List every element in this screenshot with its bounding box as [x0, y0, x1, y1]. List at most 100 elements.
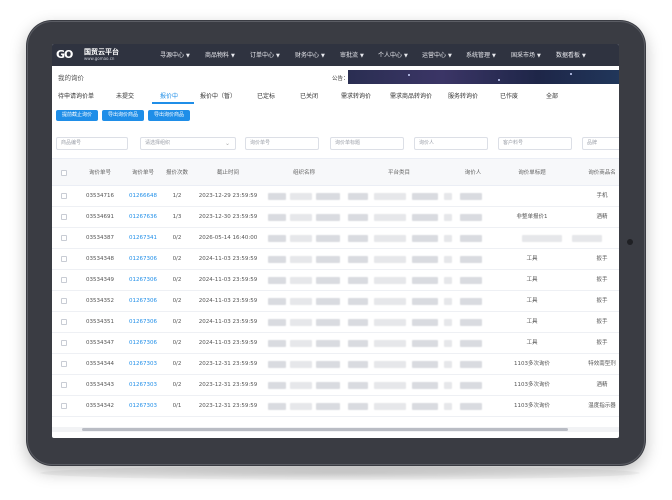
redacted-value	[460, 214, 482, 221]
redacted-value	[316, 382, 340, 389]
cell-deadline: 2024-11-03 23:59:59	[198, 298, 258, 304]
table-row[interactable]: 03534387 01267341 0/2 2026-05-14 16:40:00	[52, 228, 619, 249]
row-checkbox[interactable]	[61, 403, 67, 409]
table-row[interactable]: 03534344 01267303 0/2 2023-12-31 23:59:59 11…	[52, 354, 619, 375]
tab-demand-to-inquiry[interactable]: 需求转询价	[341, 91, 371, 100]
redacted-value	[412, 403, 438, 410]
nav-item-system[interactable]: 系统管理 ▼	[466, 50, 496, 59]
cell-count: 0/2	[172, 382, 182, 388]
tab-pending-apply[interactable]: 待申请询价单	[58, 91, 94, 100]
customer-part-input[interactable]: 客户料号	[498, 137, 572, 150]
redacted-value	[374, 382, 406, 389]
redacted-value	[316, 214, 340, 221]
redacted-value	[374, 277, 406, 284]
nav-item-goods[interactable]: 商品物料 ▼	[205, 50, 235, 59]
table-row[interactable]: 03534348 01267306 0/2 2024-11-03 23:59:59 工具…	[52, 249, 619, 270]
org-select[interactable]: 请选择组织 ⌄	[140, 137, 236, 150]
redacted-value	[444, 403, 452, 410]
table-row[interactable]: 03534347 01267306 0/2 2024-11-03 23:59:59 工具…	[52, 333, 619, 354]
nav-item-dashboard[interactable]: 数据看板 ▼	[556, 50, 586, 59]
cell-count: 0/2	[172, 340, 182, 346]
row-checkbox[interactable]	[61, 235, 67, 241]
row-checkbox[interactable]	[61, 256, 67, 262]
table-row[interactable]: 03534342 01267303 0/1 2023-12-31 23:59:59 11…	[52, 396, 619, 417]
row-checkbox[interactable]	[61, 382, 67, 388]
cell-link[interactable]: 01267341	[124, 228, 162, 249]
cell-link[interactable]: 01267306	[124, 312, 162, 333]
nav-item-operations[interactable]: 运营中心 ▼	[422, 50, 452, 59]
nav-item-orders[interactable]: 订单中心 ▼	[250, 50, 280, 59]
table-row[interactable]: 03534691 01267636 1/3 2023-12-30 23:59:59 非整…	[52, 207, 619, 228]
table-row[interactable]: 03534343 01267303 0/2 2023-12-31 23:59:59 11…	[52, 375, 619, 396]
redacted-value	[460, 403, 482, 410]
export-goods-button-2[interactable]: 导出询价商品	[148, 110, 190, 121]
row-checkbox[interactable]	[61, 214, 67, 220]
row-checkbox[interactable]	[61, 277, 67, 283]
brand-input[interactable]: 品牌	[582, 137, 619, 150]
tab-awarded[interactable]: 已定标	[257, 91, 275, 100]
row-checkbox[interactable]	[61, 340, 67, 346]
row-checkbox[interactable]	[61, 193, 67, 199]
redacted-value	[412, 256, 438, 263]
nav-item-personal[interactable]: 个人中心 ▼	[378, 50, 408, 59]
tab-not-submitted[interactable]: 未提交	[116, 91, 134, 100]
row-checkbox[interactable]	[61, 361, 67, 367]
redacted-value	[412, 193, 438, 200]
row-checkbox[interactable]	[61, 319, 67, 325]
nav-item-approval[interactable]: 审批流 ▼	[340, 50, 364, 59]
redacted-value	[290, 319, 312, 326]
tab-closed[interactable]: 已关闭	[300, 91, 318, 100]
logo[interactable]: GO 国贸云平台 www.gomao.cn	[56, 47, 119, 63]
redacted-value	[268, 277, 286, 284]
redacted-value	[572, 235, 602, 242]
cell-link[interactable]: 01267306	[124, 333, 162, 354]
tab-voided[interactable]: 已作废	[500, 91, 518, 100]
tab-quoting[interactable]: 报价中	[160, 91, 178, 100]
cell-deadline: 2023-12-31 23:59:59	[198, 403, 258, 409]
cell-link[interactable]: 01266648	[124, 186, 162, 207]
cell-link[interactable]: 01267303	[124, 375, 162, 396]
redacted-value	[268, 235, 286, 242]
redacted-value	[348, 319, 368, 326]
redacted-value	[316, 319, 340, 326]
goods-code-input[interactable]: 商品编号	[56, 137, 128, 150]
inquirer-input[interactable]: 询价人	[414, 137, 488, 150]
top-nav: GO 国贸云平台 www.gomao.cn 寻源中心 ▼ 商品物料 ▼ 订单中心 ▼ …	[52, 44, 619, 66]
redacted-value	[348, 214, 368, 221]
row-checkbox[interactable]	[61, 298, 67, 304]
chevron-down-icon: ▼	[404, 53, 408, 59]
inquiry-no-input[interactable]: 询价单号	[245, 137, 319, 150]
table-row[interactable]: 03534351 01267306 0/2 2024-11-03 23:59:59 工具…	[52, 312, 619, 333]
cell-product: 扳手	[596, 340, 608, 346]
cell-link[interactable]: 01267303	[124, 354, 162, 375]
early-close-button[interactable]: 提前截止询价	[56, 110, 98, 121]
notice-banner	[348, 70, 619, 84]
table-row[interactable]: 03534349 01267306 0/2 2024-11-03 23:59:59 工具…	[52, 270, 619, 291]
cell-count: 1/2	[172, 193, 182, 199]
cell-link[interactable]: 01267306	[124, 291, 162, 312]
cell-id: 03534347	[86, 340, 114, 346]
tab-service-to-inquiry[interactable]: 服务转询价	[448, 91, 478, 100]
tab-demand-goods-to-inquiry[interactable]: 需求商品转询价	[390, 91, 432, 100]
nav-item-finance[interactable]: 财务中心 ▼	[295, 50, 325, 59]
table-row[interactable]: 03534352 01267306 0/2 2024-11-03 23:59:59 工具…	[52, 291, 619, 312]
cell-link[interactable]: 01267306	[124, 270, 162, 291]
cell-link[interactable]: 01267303	[124, 396, 162, 417]
select-all-checkbox[interactable]	[61, 170, 67, 176]
table-row[interactable]: 03534716 01266648 1/2 2023-12-29 23:59:59 手机	[52, 186, 619, 207]
cell-product: 扳手	[596, 277, 608, 283]
tab-all[interactable]: 全部	[546, 91, 558, 100]
inquiry-title-input[interactable]: 询价单标题	[330, 137, 404, 150]
nav-item-market[interactable]: 国采市场 ▼	[511, 50, 541, 59]
export-goods-button[interactable]: 导出询价商品	[102, 110, 144, 121]
col-header-product: 询价商品名	[588, 170, 616, 176]
tab-quoting-temp[interactable]: 报价中（暂）	[200, 91, 236, 100]
cell-link[interactable]: 01267636	[124, 207, 162, 228]
cell-link[interactable]: 01267306	[124, 249, 162, 270]
redacted-value	[444, 382, 452, 389]
nav-item-sourcing[interactable]: 寻源中心 ▼	[160, 50, 190, 59]
cell-count: 0/2	[172, 235, 182, 241]
horizontal-scrollbar[interactable]	[82, 428, 568, 431]
redacted-value	[444, 277, 452, 284]
redacted-value	[444, 361, 452, 368]
